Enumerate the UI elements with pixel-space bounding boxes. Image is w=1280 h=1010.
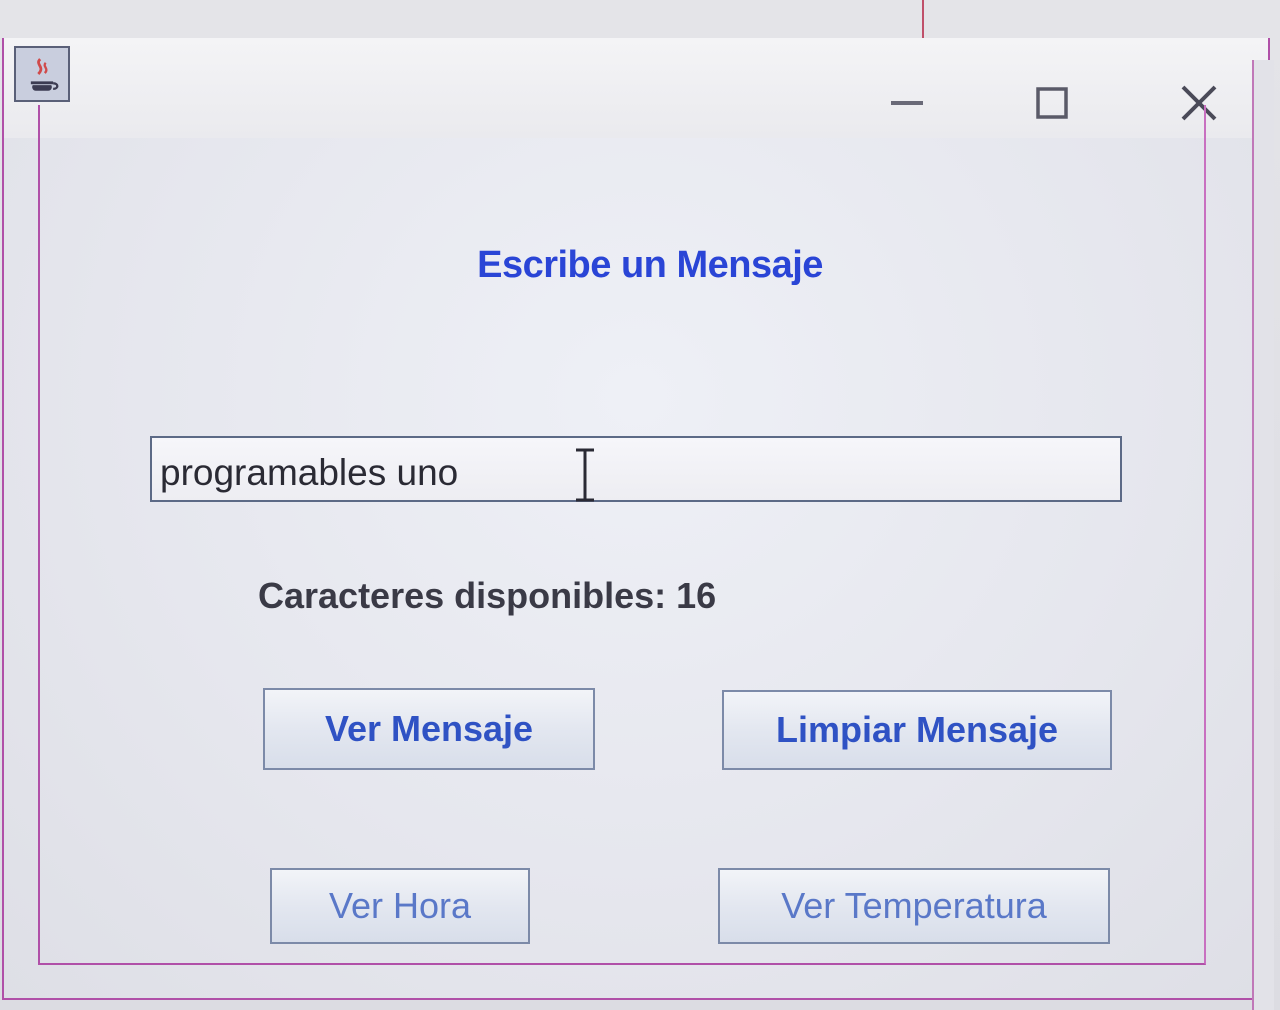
maximize-button[interactable] [1022, 78, 1082, 128]
app-window [2, 38, 1270, 1000]
page-title: Escribe un Mensaje [477, 244, 823, 286]
maximize-icon [1036, 87, 1068, 119]
minimize-icon [891, 101, 923, 105]
close-button[interactable] [1169, 78, 1229, 128]
screen: Escribe un Mensaje Caracteres disponible… [0, 0, 1280, 1010]
ver-mensaje-button[interactable]: Ver Mensaje [263, 688, 595, 770]
ver-temperatura-button[interactable]: Ver Temperatura [718, 868, 1110, 944]
ver-hora-label: Ver Hora [328, 885, 472, 926]
message-input[interactable] [150, 436, 1122, 502]
java-icon[interactable] [14, 46, 70, 102]
window-right-edge [1252, 60, 1274, 1010]
ver-hora-button[interactable]: Ver Hora [270, 868, 530, 944]
limpiar-mensaje-button[interactable]: Limpiar Mensaje [722, 690, 1112, 770]
ver-mensaje-label: Ver Mensaje [324, 708, 534, 749]
text-cursor-icon [576, 448, 594, 502]
title-bar[interactable] [4, 38, 1268, 139]
available-characters-label: Caracteres disponibles: 16 [258, 575, 717, 616]
ver-temperatura-label: Ver Temperatura [781, 885, 1047, 926]
limpiar-mensaje-label: Limpiar Mensaje [775, 709, 1059, 750]
close-icon [1181, 85, 1217, 121]
minimize-button[interactable] [877, 78, 937, 128]
